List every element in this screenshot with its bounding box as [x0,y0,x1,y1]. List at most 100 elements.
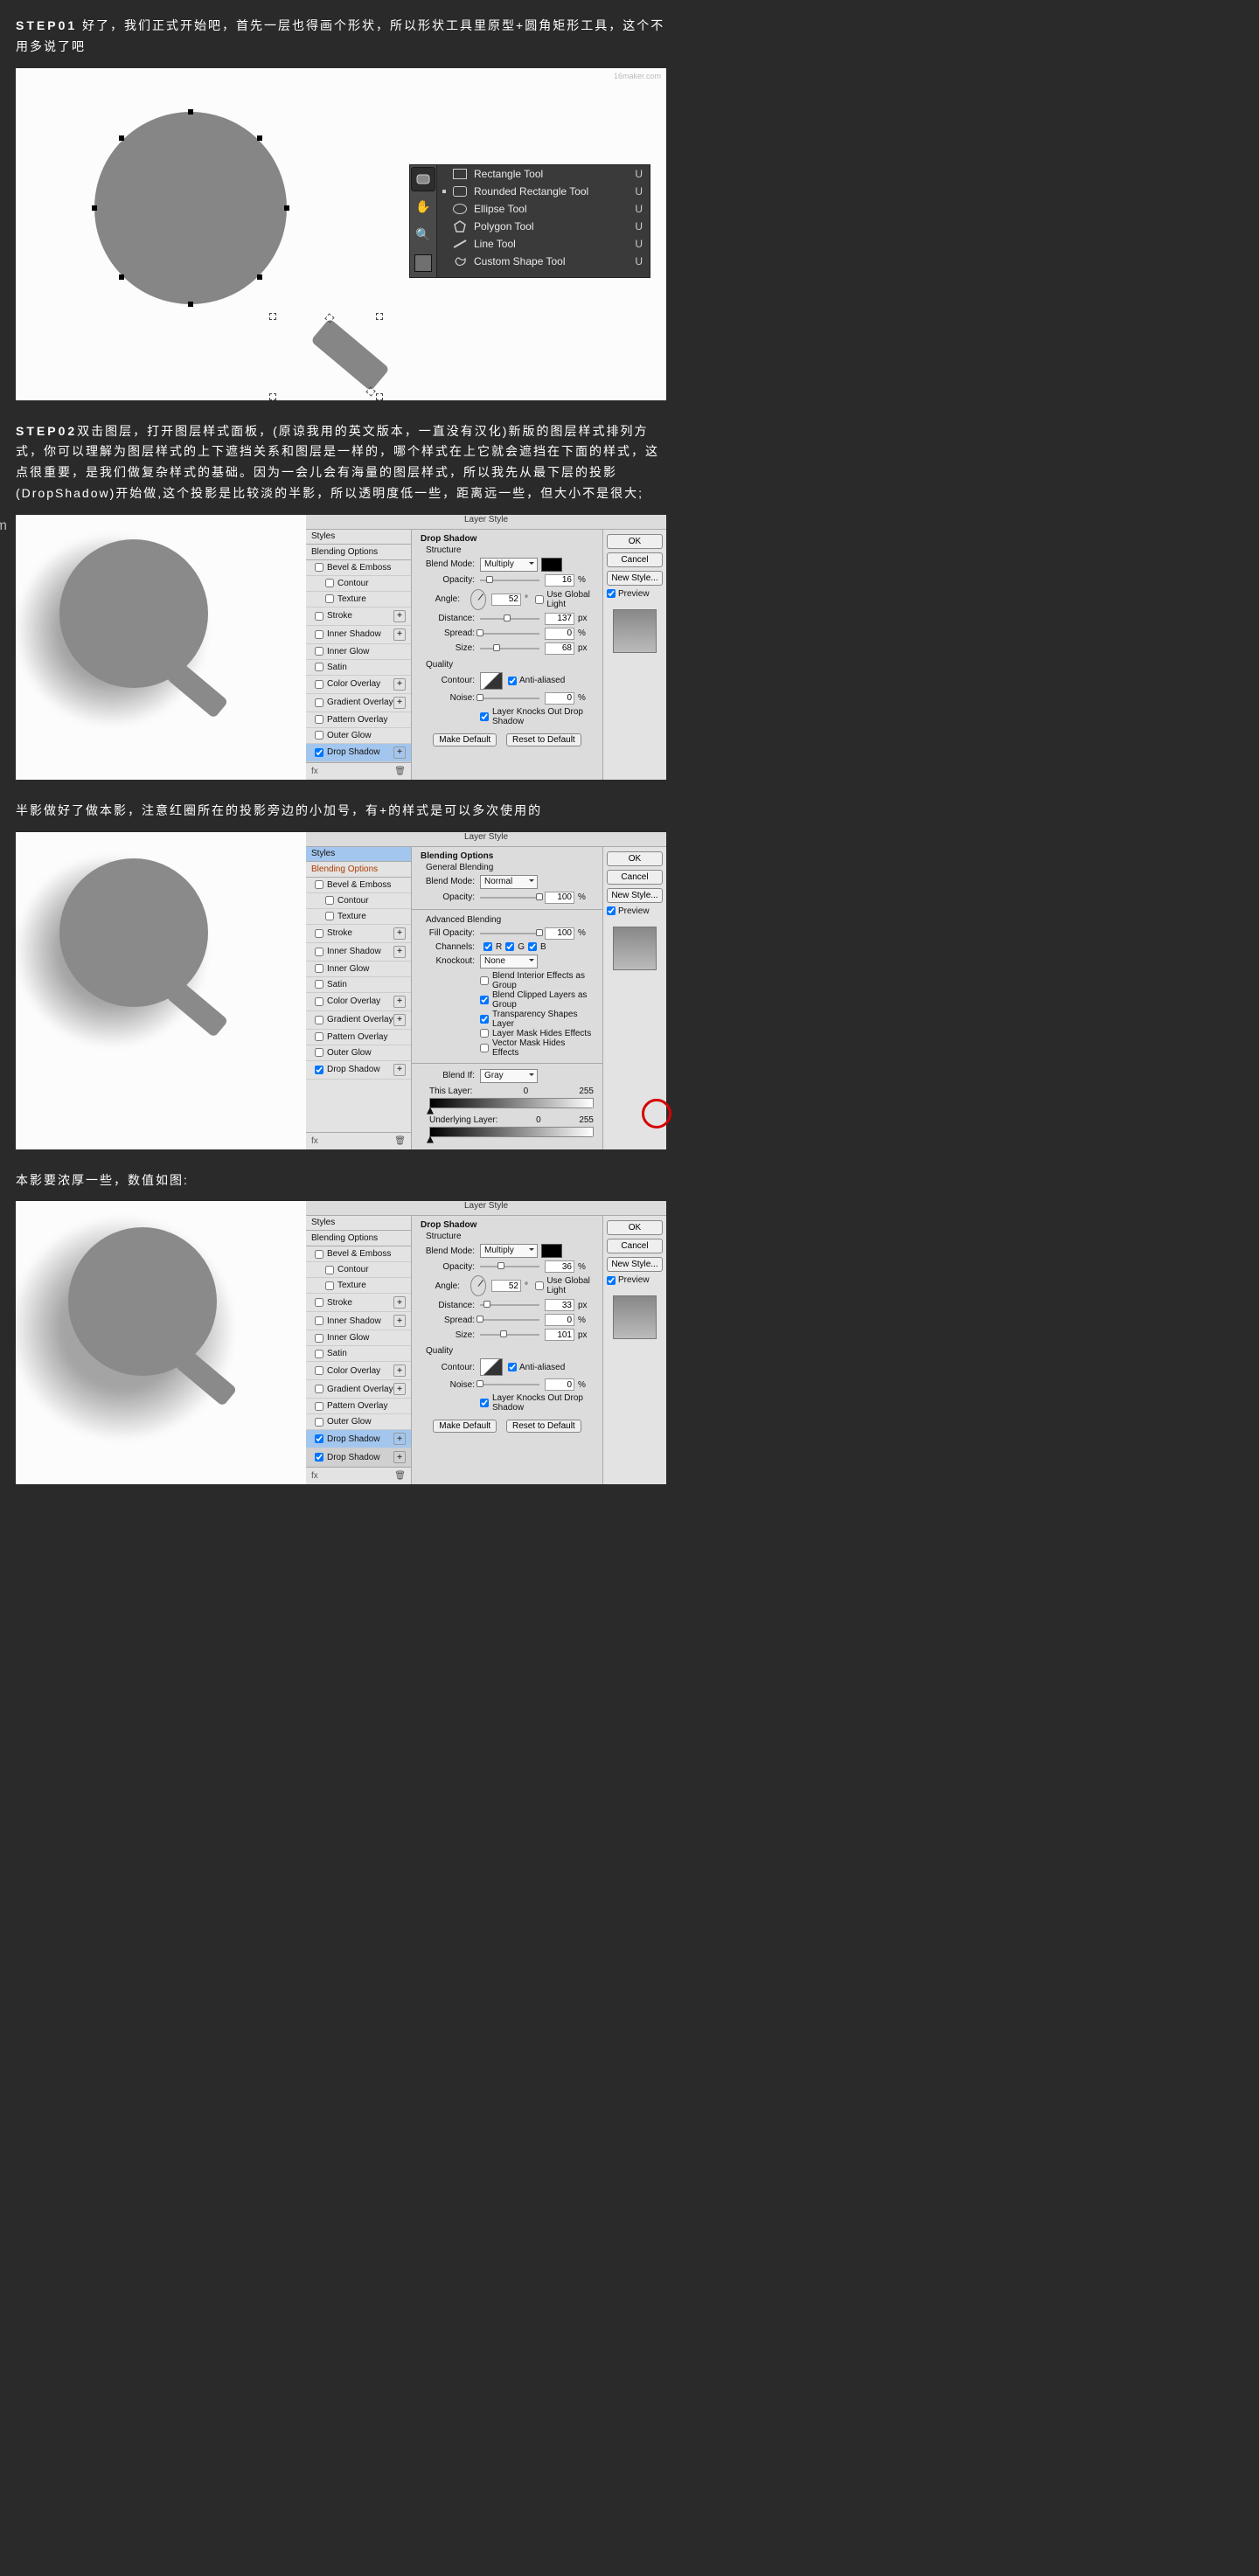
style-item-dropshadow[interactable]: Drop Shadow+ [306,1430,411,1448]
style-item-innerglow[interactable]: Inner Glow [306,962,411,977]
noise-slider[interactable] [480,1384,539,1385]
new-style-button[interactable]: New Style... [607,571,663,586]
fill-opacity-slider[interactable] [480,933,539,934]
use-global-light-checkbox[interactable] [535,1281,544,1290]
tool-item[interactable]: Line Tool U [437,235,650,253]
cb-vector-mask-hides[interactable] [480,1044,489,1052]
ok-button[interactable]: OK [607,1220,663,1235]
ok-button[interactable]: OK [607,851,663,866]
style-item-gradientoverlay[interactable]: Gradient Overlay+ [306,1011,411,1030]
plus-icon[interactable]: + [393,946,406,958]
plus-icon[interactable]: + [393,996,406,1008]
style-item-outerglow[interactable]: Outer Glow [306,1045,411,1061]
opacity-slider[interactable] [480,1266,539,1267]
knocks-checkbox[interactable] [480,712,489,721]
size-input[interactable] [545,1329,574,1341]
preview-checkbox[interactable]: Preview [607,1275,663,1285]
style-item-gradientoverlay[interactable]: Gradient Overlay+ [306,1380,411,1399]
style-item-dropshadow[interactable]: Drop Shadow+ [306,744,411,762]
new-style-button[interactable]: New Style... [607,1257,663,1272]
channel-b[interactable] [528,942,537,951]
reset-default-button[interactable]: Reset to Default [506,733,581,746]
plus-icon[interactable]: + [393,1364,406,1377]
size-slider[interactable] [480,648,539,649]
color-swatch[interactable] [541,558,562,572]
angle-input[interactable] [491,594,521,606]
size-slider[interactable] [480,1334,539,1336]
cancel-button[interactable]: Cancel [607,1239,663,1253]
plus-icon[interactable]: + [393,927,406,940]
style-item-satin[interactable]: Satin [306,1346,411,1362]
style-item-innerglow[interactable]: Inner Glow [306,1330,411,1346]
zoom-tool-icon[interactable]: 🔍 [411,223,435,247]
trash-icon[interactable]: 🗑 [394,767,406,776]
plus-icon[interactable]: + [393,1014,406,1026]
plus-icon[interactable]: + [393,1383,406,1395]
blendif-this-slider[interactable] [429,1098,594,1108]
style-item-satin[interactable]: Satin [306,977,411,993]
preview-checkbox[interactable]: Preview [607,589,663,599]
color-swatch[interactable] [541,1244,562,1258]
angle-dial[interactable] [470,589,486,610]
knocks-checkbox[interactable] [480,1399,489,1407]
style-item-contour[interactable]: Contour [306,1262,411,1278]
style-item-outerglow[interactable]: Outer Glow [306,728,411,744]
blendmode-select[interactable]: Multiply [480,558,538,572]
style-item-bevel[interactable]: Bevel & Emboss [306,878,411,893]
ok-button[interactable]: OK [607,534,663,549]
size-input[interactable] [545,642,574,655]
new-style-button[interactable]: New Style... [607,888,663,903]
blendif-underlying-slider[interactable] [429,1127,594,1137]
plus-icon[interactable]: + [393,697,406,709]
contour-picker[interactable] [480,672,503,690]
opacity-slider[interactable] [480,580,539,581]
plus-icon[interactable]: + [393,746,406,759]
angle-dial[interactable] [470,1275,486,1296]
reset-default-button[interactable]: Reset to Default [506,1420,581,1433]
fx-label[interactable]: fx [311,767,318,776]
make-default-button[interactable]: Make Default [433,733,497,746]
cb-layer-mask-hides[interactable] [480,1029,489,1038]
opacity-slider[interactable] [480,897,539,899]
plus-icon[interactable]: + [393,1315,406,1327]
spread-slider[interactable] [480,1319,539,1321]
style-item-stroke[interactable]: Stroke+ [306,1294,411,1312]
plus-icon[interactable]: + [393,1451,406,1463]
style-item-patternoverlay[interactable]: Pattern Overlay [306,1399,411,1414]
layer-style-dialog[interactable]: Layer Style Styles Blending Options Beve… [306,515,666,780]
cb-transparency-shapes[interactable] [480,1015,489,1024]
distance-input[interactable] [545,613,574,625]
style-item-coloroverlay[interactable]: Color Overlay+ [306,993,411,1011]
style-item-innershadow[interactable]: Inner Shadow+ [306,626,411,644]
swatch-preview[interactable] [411,251,435,275]
contour-picker[interactable] [480,1358,503,1376]
rounded-rect-tool-icon[interactable] [411,167,435,191]
blending-options-header[interactable]: Blending Options [306,862,411,878]
blendif-select[interactable]: Gray [480,1069,538,1083]
tool-item[interactable]: Custom Shape Tool U [437,253,650,270]
blendmode-select[interactable]: Multiply [480,1244,538,1258]
plus-icon[interactable]: + [393,628,406,641]
plus-icon[interactable]: + [393,1064,406,1076]
opacity-input[interactable] [545,574,574,587]
tool-item[interactable]: Polygon Tool U [437,218,650,235]
style-item-bevel[interactable]: Bevel & Emboss [306,560,411,576]
cancel-button[interactable]: Cancel [607,870,663,885]
plus-icon[interactable]: + [393,610,406,622]
style-item-bevel[interactable]: Bevel & Emboss [306,1246,411,1262]
style-item-satin[interactable]: Satin [306,660,411,676]
style-item-contour[interactable]: Contour [306,576,411,592]
trash-icon[interactable]: 🗑 [394,1136,406,1146]
style-item-dropshadow[interactable]: Drop Shadow+ [306,1061,411,1080]
style-item-texture[interactable]: Texture [306,1278,411,1294]
tool-item[interactable]: Ellipse Tool U [437,200,650,218]
fx-label[interactable]: fx [311,1471,318,1481]
knockout-select[interactable]: None [480,955,538,969]
channel-r[interactable] [483,942,492,951]
blendmode-select[interactable]: Normal [480,875,538,889]
fx-label[interactable]: fx [311,1136,318,1146]
distance-slider[interactable] [480,1304,539,1306]
style-item-contour[interactable]: Contour [306,893,411,909]
plus-icon[interactable]: + [393,678,406,691]
channel-g[interactable] [505,942,514,951]
